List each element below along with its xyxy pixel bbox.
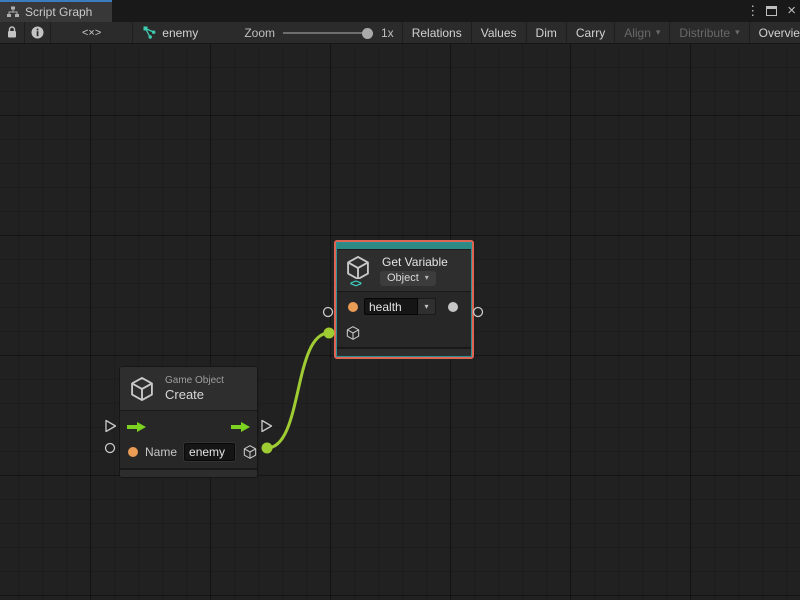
- lock-icon: [6, 26, 18, 39]
- graph-breadcrumb[interactable]: enemy: [133, 22, 208, 43]
- app-window: Script Graph ⋮ × <×>: [0, 0, 800, 600]
- toolbar-button-label: Overview: [759, 26, 800, 40]
- toolbar-button-label: Values: [481, 26, 517, 40]
- node-create-game-object[interactable]: Game Object Create Name: [120, 367, 257, 477]
- variable-name-input[interactable]: [364, 298, 418, 315]
- inspect-button[interactable]: [25, 22, 51, 43]
- value-output-dot[interactable]: [448, 302, 458, 312]
- connected-port-dot-getvar-input[interactable]: [324, 328, 335, 339]
- graph-name: enemy: [162, 26, 198, 40]
- toolbar-button-align[interactable]: Align ▾: [615, 22, 670, 43]
- port-triangle-create-control-output[interactable]: [262, 421, 272, 432]
- toolbar-button-label: Align: [624, 26, 651, 40]
- graph-branch-icon: [143, 26, 156, 39]
- string-port-dot[interactable]: [128, 447, 138, 457]
- zoom-slider[interactable]: [283, 26, 373, 40]
- connection-wire[interactable]: [267, 333, 329, 448]
- toolbar-button-relations[interactable]: Relations: [403, 22, 472, 43]
- node-footer: [120, 468, 257, 477]
- node-title: Create: [165, 387, 224, 402]
- graph-canvas[interactable]: Game Object Create Name: [0, 44, 800, 600]
- node-footer: [337, 347, 471, 356]
- chevron-down-icon: ▾: [424, 302, 428, 311]
- toolbar-button-dim[interactable]: Dim: [527, 22, 567, 43]
- name-value-input[interactable]: [184, 443, 235, 461]
- window-menu-icon[interactable]: ⋮: [746, 3, 756, 19]
- control-input-arrow-icon[interactable]: [126, 421, 147, 433]
- graph-hierarchy-icon: [7, 6, 19, 18]
- toolbar-button-label: Carry: [576, 26, 605, 40]
- string-port-dot[interactable]: [348, 302, 358, 312]
- toolbar-button-label: Dim: [536, 26, 557, 40]
- name-port-label: Name: [145, 445, 177, 459]
- variable-name-dropdown-button[interactable]: ▾: [418, 298, 436, 315]
- chevron-down-icon: ▾: [656, 27, 661, 38]
- variable-scope-dropdown[interactable]: Object ▾: [380, 271, 436, 286]
- close-icon[interactable]: ×: [787, 6, 796, 16]
- edit-code-button[interactable]: <×>: [51, 22, 133, 43]
- graph-toolbar: <×> enemy Zoom 1x Relations Values Dim Carr…: [0, 22, 800, 44]
- code-badge-icon: <>: [349, 279, 362, 290]
- port-triangle-create-control-input[interactable]: [106, 421, 116, 432]
- toolbar-button-overview[interactable]: Overview: [750, 22, 800, 43]
- tab-label: Script Graph: [25, 5, 92, 19]
- zoom-value: 1x: [381, 26, 394, 40]
- chevron-down-icon: ▾: [735, 27, 740, 38]
- toolbar-button-carry[interactable]: Carry: [567, 22, 615, 43]
- toolbar-button-values[interactable]: Values: [472, 22, 527, 43]
- zoom-slider-handle[interactable]: [362, 28, 373, 39]
- chevron-down-icon: ▾: [425, 273, 429, 282]
- lock-button[interactable]: [0, 22, 25, 43]
- info-icon: [31, 26, 44, 39]
- maximize-icon[interactable]: [766, 6, 777, 16]
- game-object-output-cube-icon[interactable]: [242, 444, 257, 460]
- node-get-variable[interactable]: <> Get Variable Object ▾: [334, 240, 474, 359]
- zoom-slider-track: [283, 32, 373, 34]
- port-circle-getvar-value-output[interactable]: [474, 308, 483, 317]
- toolbar-button-label: Distribute: [679, 26, 730, 40]
- connected-port-dot-create-output[interactable]: [262, 443, 273, 454]
- tab-script-graph[interactable]: Script Graph: [0, 0, 112, 22]
- control-output-arrow-icon[interactable]: [230, 421, 251, 433]
- zoom-control: Zoom 1x: [244, 22, 401, 43]
- game-object-input-cube-icon[interactable]: [345, 325, 361, 341]
- node-category: Game Object: [165, 375, 224, 387]
- toolbar-button-distribute[interactable]: Distribute ▾: [670, 22, 749, 43]
- port-circle-getvar-name-input[interactable]: [324, 308, 333, 317]
- variable-scope-value: Object: [387, 272, 419, 284]
- port-circle-create-name-input[interactable]: [106, 444, 115, 453]
- zoom-label: Zoom: [244, 26, 275, 40]
- game-object-cube-icon: [128, 375, 156, 403]
- code-icon: <×>: [82, 27, 101, 39]
- toolbar-actions: Relations Values Dim Carry Align ▾ Distribute ▾…: [402, 22, 800, 43]
- node-title: Get Variable: [380, 256, 448, 269]
- title-bar: Script Graph ⋮ ×: [0, 0, 800, 22]
- toolbar-button-label: Relations: [412, 26, 462, 40]
